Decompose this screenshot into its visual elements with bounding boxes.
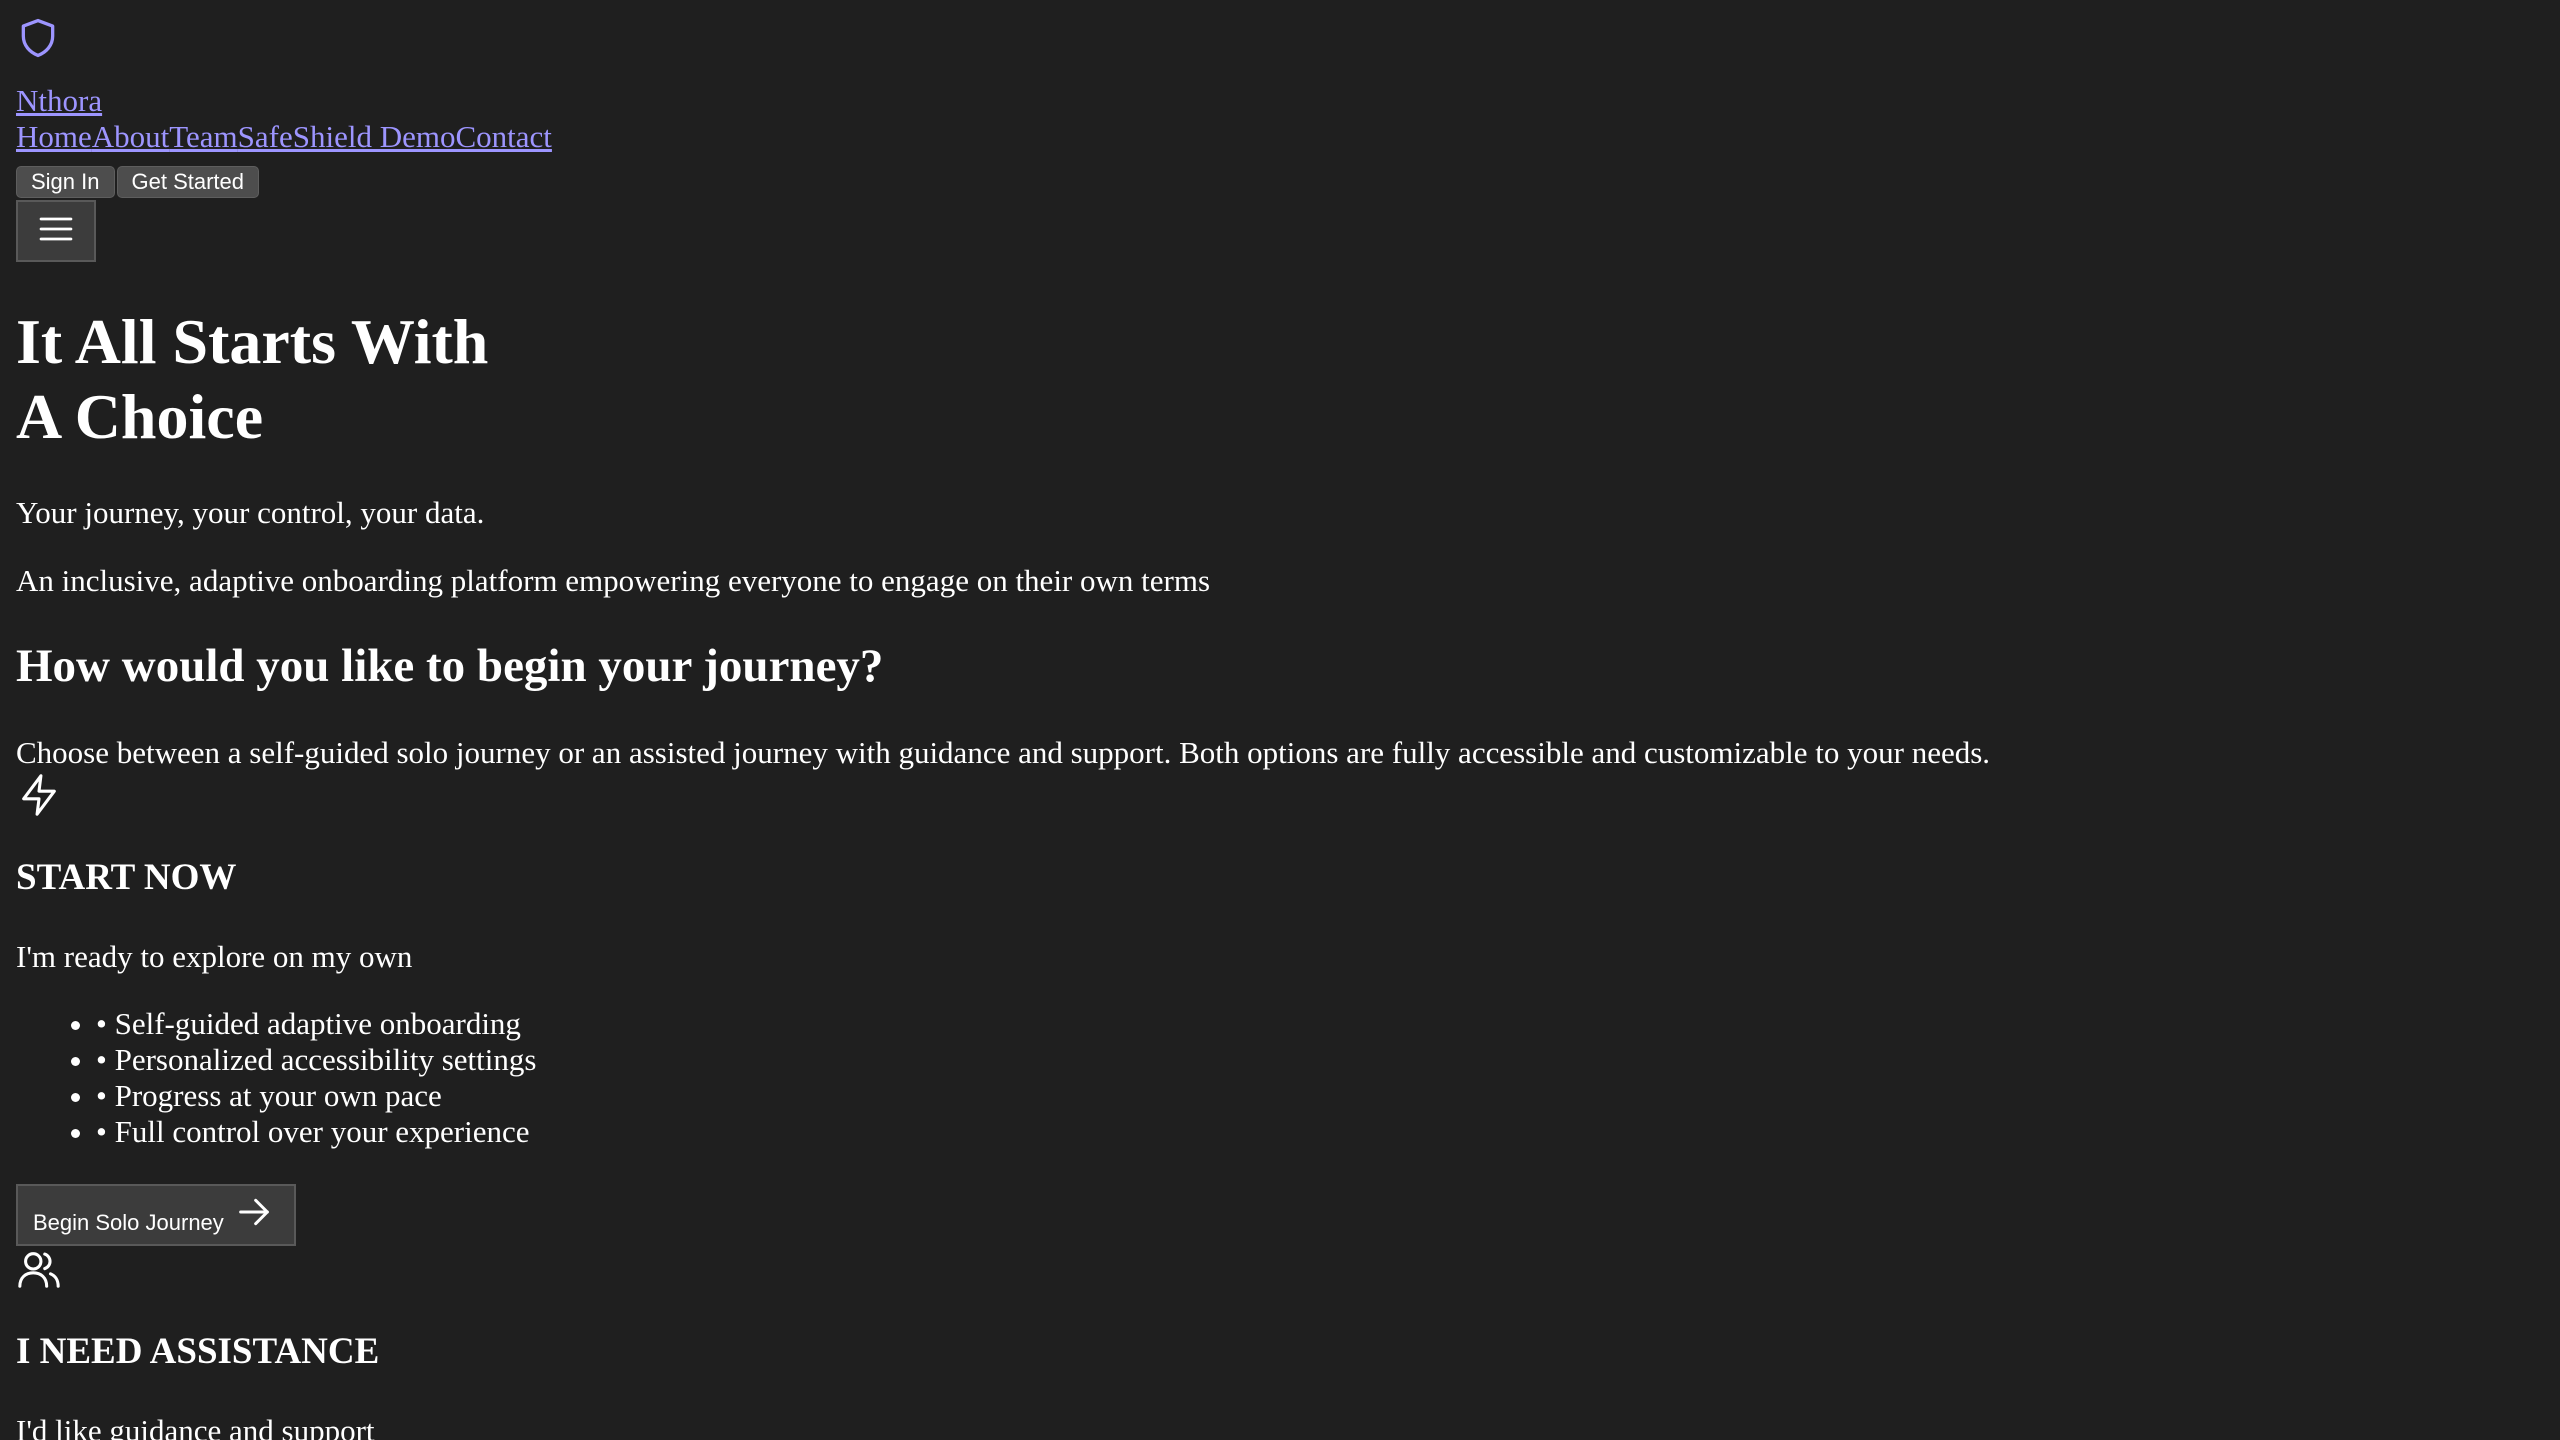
page: Nthora Home About Team SafeShield Demo C…: [0, 0, 2560, 1440]
begin-solo-journey-button[interactable]: Begin Solo Journey: [16, 1184, 296, 1246]
shield-icon[interactable]: [16, 16, 2544, 60]
brand-link[interactable]: Nthora: [16, 82, 2544, 120]
users-icon: [16, 1246, 2544, 1292]
choice-section: How would you like to begin your journey…: [16, 638, 2544, 1440]
list-item: • Personalized accessibility settings: [96, 1042, 2544, 1078]
solo-journey-card: START NOW I'm ready to explore on my own…: [16, 772, 2544, 1246]
arrow-right-icon: [234, 1192, 274, 1238]
nav-home[interactable]: Home: [16, 118, 92, 156]
nav-team[interactable]: Team: [169, 118, 237, 156]
hero-title: It All Starts With A Choice: [16, 306, 489, 452]
solo-card-subtitle: I'm ready to explore on my own: [16, 939, 413, 974]
hero-section: It All Starts With A Choice Your journey…: [16, 304, 2544, 600]
get-started-button[interactable]: Get Started: [116, 166, 260, 198]
choice-description: Choose between a self-guided solo journe…: [16, 735, 1991, 770]
sign-in-button[interactable]: Sign In: [16, 166, 115, 198]
list-item: • Progress at your own pace: [96, 1078, 2544, 1114]
begin-solo-journey-label: Begin Solo Journey: [33, 1210, 224, 1235]
solo-feature-list: • Self-guided adaptive onboarding • Pers…: [16, 1006, 2544, 1150]
nav-safeshield-demo[interactable]: SafeShield Demo: [238, 118, 456, 156]
site-header: Nthora Home About Team SafeShield Demo C…: [16, 16, 2544, 262]
assisted-card-title: I NEED ASSISTANCE: [16, 1331, 380, 1372]
menu-button[interactable]: [16, 200, 96, 262]
list-item: • Self-guided adaptive onboarding: [96, 1006, 2544, 1042]
nav-about[interactable]: About: [92, 118, 170, 156]
solo-card-title: START NOW: [16, 857, 237, 898]
hero-subtitle: An inclusive, adaptive onboarding platfo…: [16, 563, 1211, 598]
choice-heading: How would you like to begin your journey…: [16, 640, 884, 692]
list-item: • Full control over your experience: [96, 1114, 2544, 1150]
assisted-card-subtitle: I'd like guidance and support: [16, 1413, 375, 1440]
lightning-icon: [16, 772, 2544, 818]
main-nav: Home About Team SafeShield Demo Contact: [16, 118, 2544, 156]
nav-contact[interactable]: Contact: [456, 118, 552, 156]
hamburger-menu-icon: [36, 209, 76, 254]
hero-tagline: Your journey, your control, your data.: [16, 495, 485, 530]
assisted-journey-card: I NEED ASSISTANCE I'd like guidance and …: [16, 1246, 2544, 1440]
auth-buttons: Sign In Get Started: [16, 166, 2544, 198]
